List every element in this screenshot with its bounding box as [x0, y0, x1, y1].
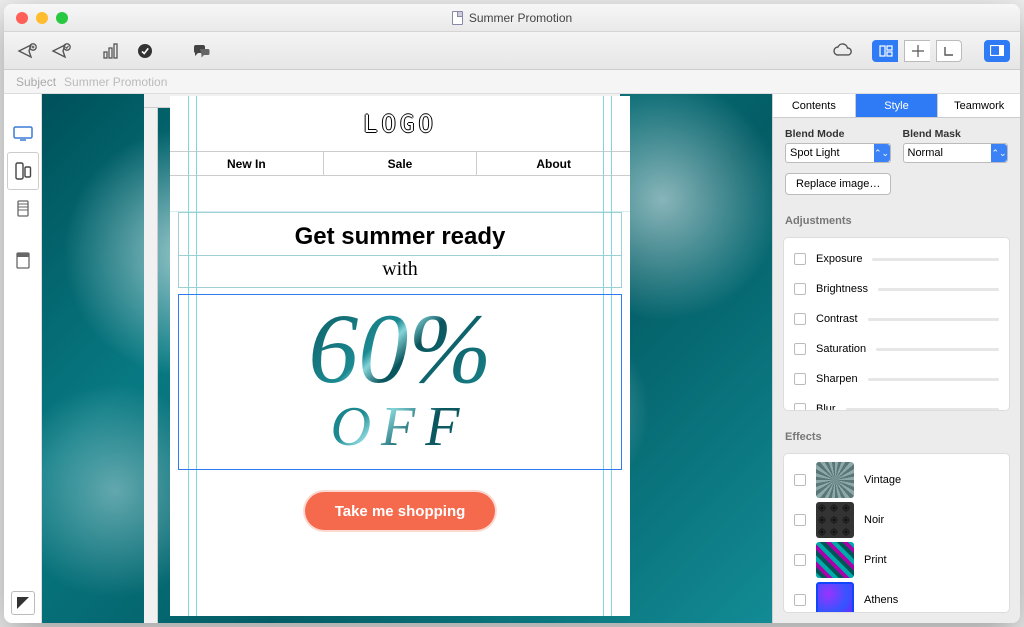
checkbox[interactable]	[794, 343, 806, 355]
slider[interactable]	[846, 408, 999, 411]
email-canvas[interactable]: LOGO New In Sale About Get summer ready …	[170, 96, 630, 616]
blend-mask-select[interactable]: Normal ⌃⌄	[903, 143, 1009, 163]
percent-text: 60%	[308, 293, 491, 404]
effect-row[interactable]: Athens	[784, 580, 1009, 613]
checkbox[interactable]	[794, 313, 806, 325]
device-text[interactable]	[7, 242, 39, 280]
email-headline[interactable]: Get summer ready	[178, 212, 622, 256]
email-subheadline[interactable]: with	[178, 256, 622, 288]
analytics-button[interactable]	[98, 39, 124, 63]
adjustment-row[interactable]: Brightness	[784, 274, 1009, 304]
checkmark-icon[interactable]	[132, 39, 158, 63]
blend-mode-label: Blend Mode	[785, 128, 891, 140]
panel-toggle-button[interactable]	[984, 40, 1010, 62]
layout-corner-button[interactable]	[936, 40, 962, 62]
nav-item[interactable]: About	[477, 152, 630, 175]
off-text: OFF	[179, 395, 621, 459]
window-titlebar: Summer Promotion	[4, 4, 1020, 32]
tab-contents[interactable]: Contents	[773, 94, 856, 117]
checkbox[interactable]	[794, 594, 806, 606]
adjustment-row[interactable]: Saturation	[784, 334, 1009, 364]
effect-swatch	[816, 462, 854, 498]
ruler-vertical	[144, 108, 158, 623]
adjustment-row[interactable]: Blur	[784, 394, 1009, 411]
effect-row[interactable]: Noir	[784, 500, 1009, 540]
tab-teamwork[interactable]: Teamwork	[938, 94, 1020, 117]
contrast-toggle[interactable]	[11, 591, 35, 615]
send-test-button[interactable]	[14, 39, 40, 63]
effects-panel: Vintage Noir Print Athens	[783, 453, 1010, 613]
selected-text-block[interactable]: 60% OFF	[178, 294, 622, 470]
subject-bar: Subject Summer Promotion	[4, 70, 1020, 94]
effect-row[interactable]: Print	[784, 540, 1009, 580]
send-check-button[interactable]	[48, 39, 74, 63]
email-spacer[interactable]	[170, 182, 630, 212]
email-nav: New In Sale About	[170, 152, 630, 176]
logo-text: LOGO	[363, 110, 437, 138]
nav-item[interactable]: New In	[170, 152, 324, 175]
blend-mode-select[interactable]: Spot Light ⌃⌄	[785, 143, 891, 163]
slider[interactable]	[878, 288, 999, 291]
checkbox[interactable]	[794, 403, 806, 411]
canvas[interactable]: LOGO New In Sale About Get summer ready …	[42, 94, 772, 623]
effect-swatch	[816, 582, 854, 613]
adjustment-row[interactable]: Sharpen	[784, 364, 1009, 394]
slider[interactable]	[876, 348, 999, 351]
layout-grid-button[interactable]	[872, 40, 898, 62]
email-header[interactable]: LOGO	[170, 96, 630, 152]
slider[interactable]	[868, 318, 999, 321]
toolbar	[4, 32, 1020, 70]
adjustments-panel: Exposure Brightness Contrast Saturation …	[783, 237, 1010, 411]
effect-swatch	[816, 542, 854, 578]
subject-value[interactable]: Summer Promotion	[64, 75, 167, 89]
device-rail	[4, 94, 42, 623]
checkbox[interactable]	[794, 474, 806, 486]
checkbox[interactable]	[794, 253, 806, 265]
effect-row[interactable]: Vintage	[784, 460, 1009, 500]
subject-label: Subject	[16, 75, 56, 89]
adjustment-row[interactable]: Exposure	[784, 244, 1009, 274]
replace-image-button[interactable]: Replace image…	[785, 173, 891, 195]
chevron-updown-icon: ⌃⌄	[991, 144, 1007, 162]
effect-swatch	[816, 502, 854, 538]
checkbox[interactable]	[794, 554, 806, 566]
slider[interactable]	[872, 258, 999, 261]
checkbox[interactable]	[794, 283, 806, 295]
inspector-tabs: Contents Style Teamwork	[773, 94, 1020, 118]
slider[interactable]	[868, 378, 999, 381]
document-icon	[452, 11, 463, 25]
effects-heading: Effects	[785, 431, 1008, 443]
cta-button[interactable]: Take me shopping	[305, 492, 495, 530]
checkbox[interactable]	[794, 514, 806, 526]
layout-center-button[interactable]	[904, 40, 930, 62]
adjustments-heading: Adjustments	[785, 215, 1008, 227]
chat-icon[interactable]	[188, 39, 214, 63]
chevron-updown-icon: ⌃⌄	[874, 144, 890, 162]
device-mobile[interactable]	[7, 152, 39, 190]
device-tablet[interactable]	[7, 190, 39, 228]
tab-style[interactable]: Style	[856, 94, 939, 117]
adjustment-row[interactable]: Contrast	[784, 304, 1009, 334]
window-title: Summer Promotion	[469, 11, 572, 25]
inspector-panel: Contents Style Teamwork Blend Mode Spot …	[772, 94, 1020, 623]
nav-item[interactable]: Sale	[324, 152, 478, 175]
device-desktop[interactable]	[7, 114, 39, 152]
checkbox[interactable]	[794, 373, 806, 385]
blend-mask-label: Blend Mask	[903, 128, 1009, 140]
cloud-sync-button[interactable]	[830, 39, 856, 63]
